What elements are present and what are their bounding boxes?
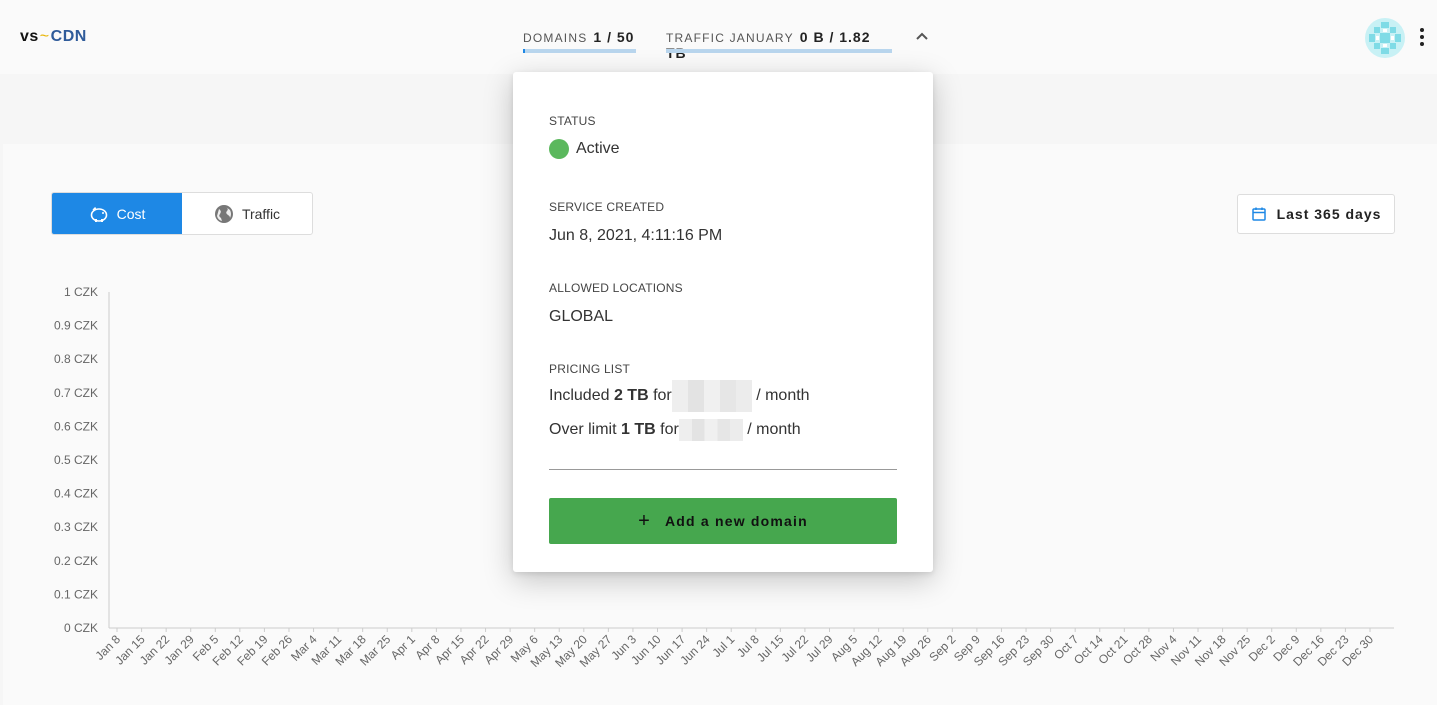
chevron-up-icon[interactable] xyxy=(913,28,931,46)
app-logo[interactable]: vs~CDN xyxy=(20,28,87,46)
x-tick-label: Jul 15 xyxy=(754,632,787,665)
status-heading: STATUS xyxy=(549,114,596,128)
plus-icon: + xyxy=(638,509,651,532)
service-created-value: Jun 8, 2021, 4:11:16 PM xyxy=(549,227,723,244)
pricing-list-heading: PRICING LIST xyxy=(549,362,631,376)
y-tick-label: 0 CZK xyxy=(64,621,98,635)
traffic-toggle-label: Traffic xyxy=(241,205,281,222)
pricing-over-limit-row: Over limit 1 TB for / month xyxy=(549,413,801,447)
x-tick-label: Jul 29 xyxy=(803,632,836,665)
popover-divider xyxy=(549,469,897,470)
pricing-included-row: Included 2 TB for / month xyxy=(549,379,810,413)
allowed-locations-value: GLOBAL xyxy=(549,308,614,325)
date-range-label: Last 365 days xyxy=(1276,206,1382,222)
status-value: Active xyxy=(576,140,620,157)
included-for: for xyxy=(653,387,672,404)
traffic-usage[interactable]: TRAFFIC JANUARY 0 B / 1.82 TB xyxy=(666,29,892,61)
y-tick-label: 0.7 CZK xyxy=(54,386,98,400)
domains-progress-fill xyxy=(523,49,526,53)
over-prefix: Over limit xyxy=(549,421,617,438)
cost-label: Cost xyxy=(116,205,146,222)
x-tick-label: Jul 1 xyxy=(710,632,738,660)
chart-mode-toggle: Cost Traffic xyxy=(51,192,313,235)
y-tick-label: 1 CZK xyxy=(64,285,98,299)
x-tick-label: Apr 1 xyxy=(388,632,418,662)
y-tick-label: 0.4 CZK xyxy=(54,487,98,501)
domains-progress-bar xyxy=(523,49,636,53)
over-suffix: / month xyxy=(747,421,801,438)
y-tick-label: 0.8 CZK xyxy=(54,352,98,366)
globe-icon xyxy=(214,204,234,224)
over-for: for xyxy=(660,421,679,438)
add-domain-label: Add a new domain xyxy=(665,513,808,529)
included-price-redacted xyxy=(671,379,752,412)
logo-vs: vs xyxy=(20,28,39,45)
status-indicator xyxy=(549,139,569,159)
y-tick-label: 0.6 CZK xyxy=(54,419,98,433)
top-bar: vs~CDN DOMAINS 1 / 50 TRAFFIC JANUARY 0 B … xyxy=(0,0,1437,74)
cost-toggle-button[interactable]: Cost xyxy=(52,193,182,234)
logo-tilde: ~ xyxy=(39,28,50,45)
date-range-picker[interactable]: Last 365 days xyxy=(1237,194,1395,234)
logo-cdn: CDN xyxy=(50,28,87,45)
calendar-icon xyxy=(1251,206,1267,222)
allowed-locations-heading: ALLOWED LOCATIONS xyxy=(549,281,683,295)
included-amount: 2 TB xyxy=(613,387,649,404)
traffic-progress-bar xyxy=(666,49,892,53)
traffic-toggle-button[interactable]: Traffic xyxy=(182,193,312,234)
avatar[interactable] xyxy=(1365,18,1405,58)
add-domain-button[interactable]: + Add a new domain xyxy=(549,498,897,544)
x-tick-label: Sep 2 xyxy=(926,632,958,664)
piggy-bank-icon xyxy=(89,205,109,223)
domains-value: 1 / 50 xyxy=(593,29,635,45)
included-suffix: / month xyxy=(756,387,810,404)
domains-label: DOMAINS xyxy=(523,31,588,45)
service-created-heading: SERVICE CREATED xyxy=(549,200,665,214)
over-amount: 1 TB xyxy=(621,421,656,438)
kebab-menu-icon[interactable] xyxy=(1416,28,1428,50)
y-tick-label: 0.5 CZK xyxy=(54,453,98,467)
traffic-label: TRAFFIC JANUARY xyxy=(666,31,794,45)
over-price-redacted xyxy=(678,418,743,441)
domains-usage[interactable]: DOMAINS 1 / 50 xyxy=(523,29,636,53)
included-prefix: Included xyxy=(549,387,610,404)
y-tick-label: 0.9 CZK xyxy=(54,319,98,333)
y-tick-label: 0.3 CZK xyxy=(54,520,98,534)
y-tick-label: 0.1 CZK xyxy=(54,587,98,601)
status-value-row: Active xyxy=(549,139,620,159)
service-info-popover: STATUS Active SERVICE CREATED Jun 8, 202… xyxy=(513,72,933,572)
x-tick-label: Jul 22 xyxy=(778,632,811,665)
y-tick-label: 0.2 CZK xyxy=(54,554,98,568)
x-tick-label: Dec 2 xyxy=(1246,632,1278,664)
